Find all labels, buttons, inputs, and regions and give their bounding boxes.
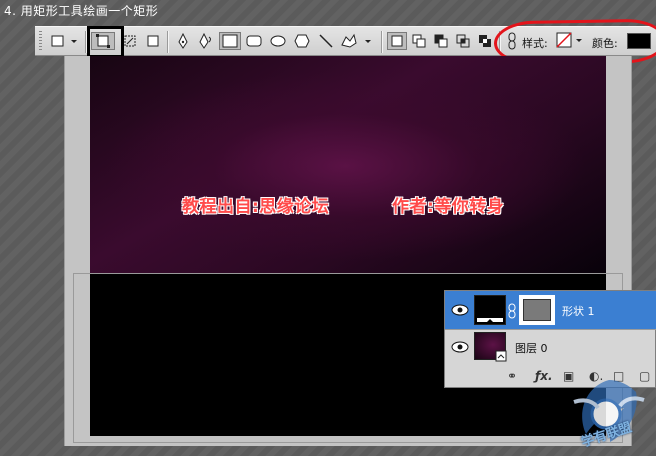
credit-source-text: 教程出自:思缘论坛: [182, 197, 330, 217]
fill-pixels-mode-button[interactable]: [143, 32, 163, 50]
layer-fill-thumbnail[interactable]: [474, 295, 506, 325]
credit-author-text: 作者:等你转身: [392, 197, 505, 217]
fx-icon[interactable]: ƒx.: [535, 369, 553, 383]
fill-thumbnail-marker-icon: [477, 318, 503, 322]
subtract-from-shape-area-button[interactable]: [431, 32, 451, 50]
step-title: 4. 用矩形工具绘画一个矩形: [4, 4, 159, 18]
new-shape-area-icon: [391, 35, 403, 47]
polygon-button[interactable]: [291, 32, 313, 50]
ellipse-icon: [270, 35, 286, 47]
rectangle-shape-icon: [222, 34, 238, 48]
rectangle-shape-button[interactable]: [219, 32, 241, 50]
tool-preset-picker[interactable]: [49, 32, 79, 50]
freeform-pen-icon: [199, 33, 211, 49]
custom-shape-icon: [341, 33, 371, 48]
toolbar-grip[interactable]: [39, 31, 42, 51]
eye-icon[interactable]: [451, 303, 469, 317]
layer-row-shape-1[interactable]: 形状 1: [445, 291, 656, 329]
layer-name: 形状 1: [562, 305, 595, 318]
exclude-overlapping-button[interactable]: [475, 32, 495, 50]
highlight-shape-layers-box: [87, 26, 124, 58]
exclude-shape-area-icon: [479, 35, 491, 47]
polygon-icon: [294, 34, 310, 48]
layer-name: 图层 0: [515, 342, 548, 355]
create-new-shape-layer-button[interactable]: [387, 32, 407, 50]
add-shape-area-icon: [412, 34, 426, 48]
fill-pixels-icon: [147, 35, 159, 47]
vector-mask-shape: [523, 299, 551, 321]
pen-icon: [178, 33, 188, 49]
rectangle-tool-icon: [51, 35, 77, 47]
vector-mask-thumbnail[interactable]: [519, 295, 555, 325]
link-layers-icon[interactable]: ⚭: [507, 369, 517, 383]
chain-link-icon[interactable]: [508, 303, 516, 319]
paths-icon: [124, 35, 136, 47]
rounded-rectangle-icon: [246, 35, 262, 47]
eye-icon[interactable]: [451, 340, 469, 354]
smart-object-icon: [495, 350, 507, 362]
intersect-shape-areas-button[interactable]: [453, 32, 473, 50]
custom-shape-button[interactable]: [339, 32, 375, 50]
layer-row-layer-0[interactable]: 图层 0: [445, 330, 656, 364]
line-icon: [319, 34, 333, 48]
freeform-pen-button[interactable]: [195, 32, 217, 50]
line-button[interactable]: [315, 32, 337, 50]
purple-gradient-background: [90, 56, 606, 274]
add-to-shape-area-button[interactable]: [409, 32, 429, 50]
subtract-shape-area-icon: [434, 34, 448, 48]
intersect-shape-area-icon: [456, 34, 470, 48]
pen-tool-button[interactable]: [173, 32, 193, 50]
rounded-rectangle-button[interactable]: [243, 32, 265, 50]
ellipse-button[interactable]: [267, 32, 289, 50]
